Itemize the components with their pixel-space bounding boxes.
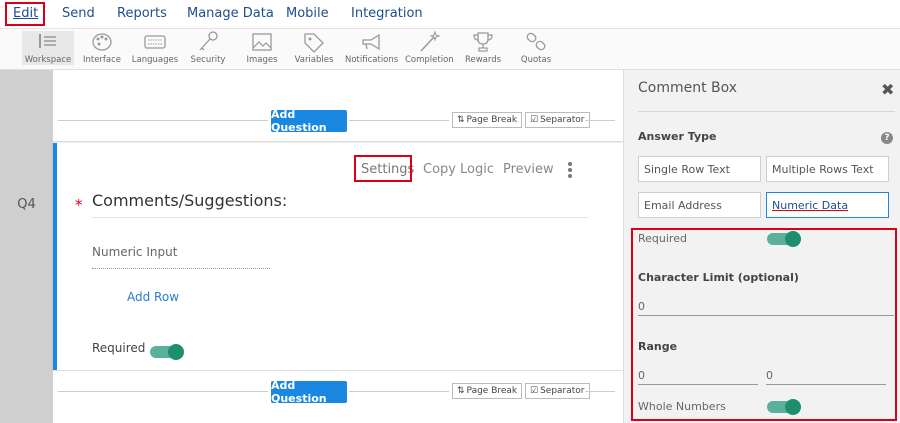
divider — [58, 391, 268, 392]
menu-send[interactable]: Send — [62, 6, 95, 21]
close-icon[interactable]: ✖ — [881, 80, 894, 99]
divider — [585, 391, 615, 392]
menu-mobile[interactable]: Mobile — [286, 6, 329, 21]
checkbox-icon: ☑ — [530, 386, 539, 396]
insert-panel-top: Add Question ⇅ Page Break ☑ Separator — [53, 70, 623, 142]
tool-security[interactable]: Security — [188, 31, 228, 65]
page-break-icon: ⇅ — [457, 115, 465, 125]
page-break-button[interactable]: ⇅ Page Break — [452, 112, 523, 128]
tool-variables[interactable]: Variables — [292, 31, 336, 65]
tool-completion[interactable]: Completion — [405, 31, 454, 65]
divider — [58, 120, 268, 121]
tool-label: Completion — [405, 55, 454, 65]
trophy-icon — [473, 32, 493, 52]
option-email-address[interactable]: Email Address — [638, 192, 761, 218]
menu-integration[interactable]: Integration — [351, 6, 423, 21]
tool-interface[interactable]: Interface — [81, 31, 123, 65]
required-toggle[interactable] — [150, 344, 184, 360]
preview-action[interactable]: Preview — [503, 162, 554, 177]
divider — [349, 391, 449, 392]
required-label: Required — [92, 341, 146, 355]
settings-area-highlight-box — [631, 228, 897, 421]
page-break-icon: ⇅ — [457, 386, 465, 396]
option-multiple-rows-text[interactable]: Multiple Rows Text — [766, 156, 889, 182]
separator-button[interactable]: ☑ Separator — [525, 112, 590, 128]
tool-rewards[interactable]: Rewards — [464, 31, 502, 65]
page-break-label: Page Break — [466, 115, 518, 125]
tag-icon — [304, 33, 324, 53]
question-title[interactable]: Comments/Suggestions: — [92, 191, 588, 218]
edit-toolbar: Workspace Interface Languages Security I… — [0, 29, 900, 70]
tool-notifications[interactable]: Notifications — [345, 31, 399, 65]
tool-label: Variables — [294, 55, 334, 65]
tool-label: Notifications — [345, 55, 399, 65]
copy-action[interactable]: Copy — [423, 162, 456, 177]
separator-label: Separator — [540, 115, 585, 125]
page-break-button[interactable]: ⇅ Page Break — [452, 383, 523, 399]
palette-icon — [92, 33, 112, 51]
logic-action[interactable]: Logic — [460, 162, 494, 177]
question-number: Q4 — [17, 197, 36, 212]
menu-reports[interactable]: Reports — [117, 6, 167, 21]
tool-label: Interface — [82, 55, 122, 65]
tool-label: Languages — [131, 55, 179, 65]
option-numeric-data-label: Numeric Data — [772, 199, 849, 212]
checkbox-icon: ☑ — [530, 115, 539, 125]
tool-label: Images — [246, 55, 278, 65]
menu-manage-data[interactable]: Manage Data — [187, 6, 274, 21]
divider — [638, 111, 895, 112]
tool-quotas[interactable]: Quotas — [517, 31, 555, 65]
add-row-link[interactable]: Add Row — [127, 290, 179, 304]
tool-label: Rewards — [464, 55, 502, 65]
answer-type-label: Answer Type — [638, 130, 717, 143]
option-numeric-data[interactable]: Numeric Data — [766, 192, 889, 218]
divider — [585, 120, 615, 121]
tool-workspace[interactable]: Workspace — [22, 31, 74, 65]
add-question-button[interactable]: Add Question — [271, 108, 347, 134]
settings-highlight-box — [354, 155, 412, 182]
top-menu-bar: Edit Send Reports Manage Data Mobile Int… — [0, 0, 900, 29]
link-icon — [526, 32, 546, 51]
separator-label: Separator — [540, 386, 585, 396]
megaphone-icon — [362, 33, 380, 51]
required-star: * — [75, 196, 83, 214]
add-question-button[interactable]: Add Question — [271, 379, 347, 405]
panel-title: Comment Box — [638, 80, 738, 96]
numeric-input-field[interactable]: Numeric Input — [92, 245, 270, 269]
divider — [349, 120, 449, 121]
tool-label: Workspace — [24, 55, 72, 65]
separator-button[interactable]: ☑ Separator — [525, 383, 590, 399]
tool-label: Security — [190, 55, 226, 65]
page-break-label: Page Break — [466, 386, 518, 396]
question-number-gutter: Q4 — [0, 70, 53, 423]
image-icon — [252, 33, 272, 51]
tool-label: Quotas — [520, 55, 552, 65]
workspace-icon — [39, 34, 56, 48]
question-card[interactable]: Settings Copy Logic Preview * Comments/S… — [53, 143, 623, 370]
more-options-icon[interactable] — [567, 162, 573, 178]
insert-panel-bottom: Add Question ⇅ Page Break ☑ Separator — [53, 371, 623, 423]
wand-icon — [420, 31, 441, 52]
help-icon[interactable]: ? — [881, 132, 893, 144]
tool-languages[interactable]: Languages — [130, 31, 180, 65]
key-icon — [199, 31, 218, 51]
tool-images[interactable]: Images — [242, 31, 282, 65]
keyboard-icon — [144, 35, 166, 49]
edit-highlight-box — [5, 2, 45, 26]
option-single-row-text[interactable]: Single Row Text — [638, 156, 761, 182]
